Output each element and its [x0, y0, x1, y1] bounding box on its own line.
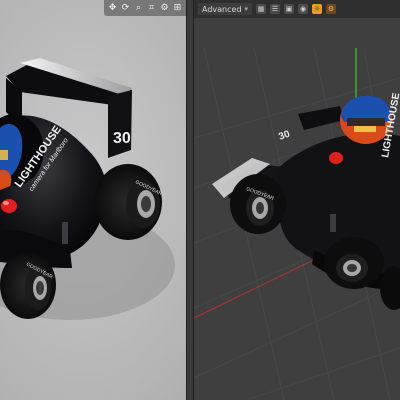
settings-icon[interactable]: ⚙	[326, 4, 337, 14]
lighting-icon[interactable]: ☼	[312, 4, 323, 14]
display-icon[interactable]: ▣	[284, 4, 295, 14]
viewport-splitter[interactable]	[186, 0, 194, 400]
side-intake	[62, 222, 68, 244]
viewer-app: ✥ ⟳ ⌕ ⌗ ⚙ ⊞ 30 LIGHTHOUSE camera for Mar…	[0, 0, 400, 400]
editor-wing-number: 30	[277, 129, 292, 143]
mode-label: Advanced	[202, 4, 242, 14]
render-viewport[interactable]: ✥ ⟳ ⌕ ⌗ ⚙ ⊞ 30 LIGHTHOUSE camera for Mar…	[0, 0, 186, 400]
camera-icon[interactable]: ◉	[298, 4, 309, 14]
editor-car-scene: LIGHTHOUSE 30 GOODYEAR	[194, 47, 400, 400]
editor-tire-right	[324, 237, 384, 289]
render-toolbar: ✥ ⟳ ⌕ ⌗ ⚙ ⊞	[104, 0, 186, 16]
rear-wing-number: 30	[113, 130, 131, 147]
editor-viewport[interactable]: Advanced ▾ ▦ ☰ ▣ ◉ ☼ ⚙ LIGHTHOUSE 30 GOO…	[194, 0, 400, 400]
move-icon[interactable]: ✥	[108, 3, 117, 13]
gear-icon[interactable]: ⚙	[160, 3, 169, 13]
chevron-down-icon: ▾	[244, 5, 249, 13]
editor-red-light	[329, 152, 343, 164]
front-tire: GOODYEAR	[0, 251, 56, 319]
viewport-header: Advanced ▾ ▦ ☰ ▣ ◉ ☼ ⚙	[194, 0, 400, 18]
rear-tire: GOODYEAR	[94, 164, 163, 240]
grid-icon[interactable]: ⊞	[173, 3, 182, 13]
zoom-icon[interactable]: ⌕	[134, 3, 143, 13]
mode-dropdown[interactable]: Advanced ▾	[198, 3, 253, 15]
render-car-scene: 30 LIGHTHOUSE camera for Marlboro GOODYE…	[0, 58, 175, 320]
red-light	[1, 199, 17, 213]
layers-icon[interactable]: ☰	[270, 4, 281, 14]
grid-view-icon[interactable]: ▦	[256, 4, 267, 14]
refresh-icon[interactable]: ⟳	[121, 3, 130, 13]
editor-tire-left: GOODYEAR	[230, 174, 286, 234]
crop-icon[interactable]: ⌗	[147, 3, 156, 13]
editor-side-intake	[330, 214, 336, 232]
